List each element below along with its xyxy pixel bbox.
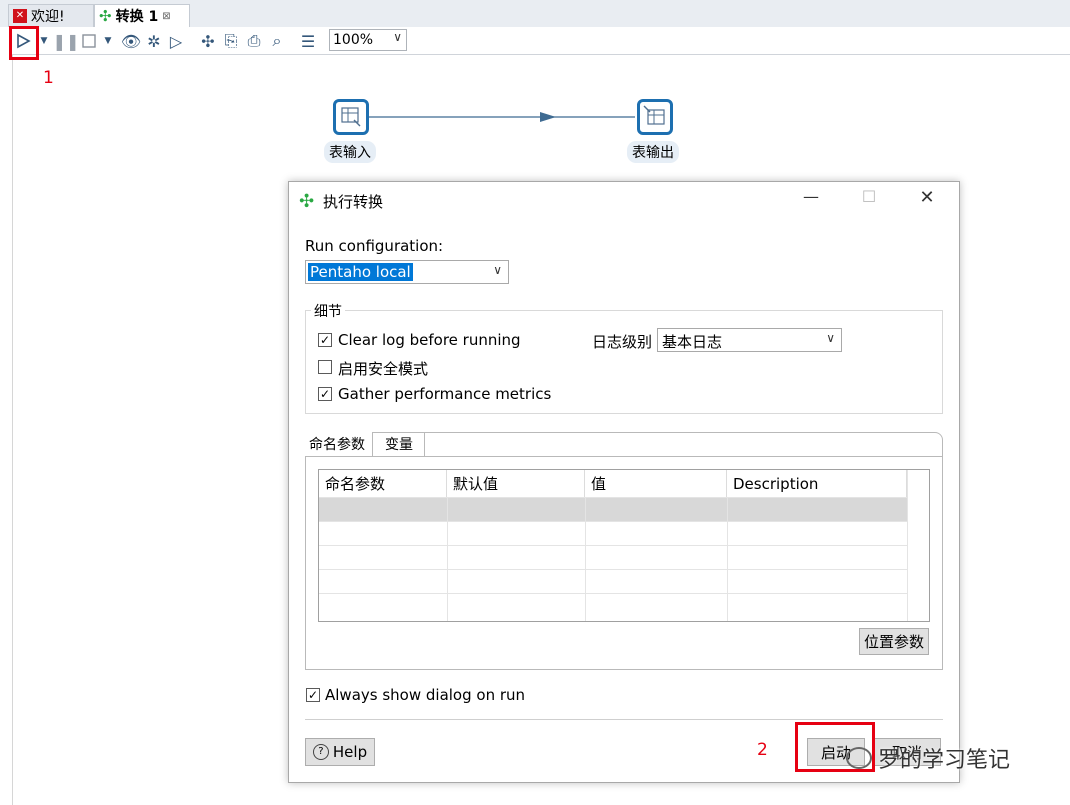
annotation-number-1: 1 [43,68,54,88]
table-row[interactable] [319,569,907,593]
log-level-select[interactable]: 基本日志 ∨ [657,328,842,352]
column-divider [727,497,728,621]
bug-icon: ✲ [147,31,161,51]
zoom-value: 100% [333,32,374,48]
sql-button[interactable]: ⎙ [244,31,264,51]
wechat-icon [846,747,872,769]
annotation-number-2: 2 [757,740,768,760]
tab-variables-label: 变量 [385,437,413,453]
explore-db-icon: ⌕ [272,31,282,50]
help-icon: ? [312,744,329,760]
table-input-label: 表输入 [324,141,376,163]
impact-icon: ⎘ [224,31,238,50]
column-header-name[interactable]: 命名参数 [319,470,447,497]
details-group-label: 细节 [311,301,345,321]
table-output-label: 表输出 [627,141,679,163]
column-header-description[interactable]: Description [727,470,907,497]
run-config-value: Pentaho local [308,263,413,281]
column-header-value[interactable]: 值 [585,470,727,497]
tab-variables[interactable]: 变量 [385,432,425,456]
chevron-down-icon: ∨ [826,331,835,345]
stop-options-dropdown[interactable]: ▼ [102,31,114,51]
clear-log-label: Clear log before running [338,331,521,349]
maximize-button[interactable]: ☐ [854,187,884,209]
clear-log-checkbox[interactable]: ✓ [318,333,332,347]
log-level-label: 日志级别 [592,333,653,351]
close-button[interactable]: ✕ [912,187,942,209]
named-params-table[interactable]: 命名参数 默认值 值 Description [318,469,930,622]
tab-divider [305,456,943,457]
column-header-default[interactable]: 默认值 [447,470,585,497]
table-input-step[interactable] [333,99,369,135]
verify-button[interactable]: ✣ [198,31,218,51]
eye-icon: 👁 [120,31,142,51]
watermark: 罗的学习笔记 [846,742,1010,774]
tab-welcome[interactable]: ✕ 欢迎! [8,4,94,27]
minimize-button[interactable]: — [796,187,826,209]
log-level-value: 基本日志 [662,333,723,351]
table-output-icon [643,105,665,125]
run-transformation-dialog: ✣ 执行转换 — ☐ ✕ Run configuration: Pentaho … [288,181,960,783]
chevron-down-icon: ∨ [493,263,502,277]
table-row[interactable] [319,545,907,569]
table-row[interactable] [319,521,907,545]
chevron-down-icon: ∨ [393,30,402,44]
help-label: Help [332,743,368,761]
stop-icon [82,34,96,48]
gather-metrics-label: Gather performance metrics [338,385,552,403]
pause-button[interactable]: ❚❚ [53,31,80,51]
transformation-icon: ✣ [299,191,315,212]
transformation-toolbar: ▼ ❚❚ ▼ 👁 ✲ ▷ ✣ ⎘ ⎙ ⌕ ☰ 100% ∨ [0,27,1070,55]
close-tab-icon[interactable]: ⊠ [162,11,170,22]
run-config-label: Run configuration: [305,237,444,255]
safe-mode-label: 启用安全模式 [338,360,429,378]
tab-transformation-1[interactable]: ✣ 转换 1 ⊠ [94,4,190,27]
grid-toggle-button[interactable]: ☰ [297,31,319,51]
preview-button[interactable]: 👁 [120,31,142,51]
editor-tab-bar: ✕ 欢迎! ✣ 转换 1 ⊠ [0,0,1070,27]
verify-icon: ✣ [201,31,215,51]
replay-icon: ▷ [169,31,183,51]
watermark-text: 罗的学习笔记 [878,748,1011,773]
hop-arrow[interactable] [360,108,650,128]
tab-welcome-label: 欢迎! [31,9,65,25]
tab-named-params-label: 命名参数 [309,437,365,453]
sql-icon: ⎙ [247,31,261,50]
table-row[interactable] [319,497,907,521]
stop-button[interactable] [80,31,98,51]
replay-button[interactable]: ▷ [166,31,186,51]
grid-icon: ☰ [300,31,316,51]
table-row[interactable] [319,593,907,617]
table-output-step[interactable] [637,99,673,135]
position-params-label: 位置参数 [863,633,924,651]
table-input-icon [341,107,361,127]
tab-named-params[interactable]: 命名参数 [305,432,373,456]
footer-divider [305,719,943,720]
position-params-button[interactable]: 位置参数 [859,628,929,655]
dialog-title: 执行转换 [323,193,384,211]
welcome-tab-icon: ✕ [13,9,27,23]
column-divider [585,497,586,621]
always-show-label: Always show dialog on run [325,686,526,704]
debug-button[interactable]: ✲ [144,31,164,51]
always-show-checkbox[interactable]: ✓ [306,688,320,702]
annotation-box-1 [9,26,39,60]
run-options-dropdown[interactable]: ▼ [38,31,50,51]
gather-metrics-checkbox[interactable]: ✓ [318,387,332,401]
column-divider [907,470,908,621]
safe-mode-checkbox[interactable] [318,360,332,374]
column-divider [447,497,448,621]
impact-button[interactable]: ⎘ [221,31,241,51]
run-config-select[interactable]: Pentaho local ∨ [305,260,509,284]
help-button[interactable]: ? Help [305,738,375,766]
transformation-icon: ✣ [99,7,112,25]
zoom-select[interactable]: 100% ∨ [329,29,407,51]
explore-db-button[interactable]: ⌕ [267,31,287,51]
tab-transformation-label: 转换 1 [115,9,159,25]
left-panel-edge [0,54,13,805]
